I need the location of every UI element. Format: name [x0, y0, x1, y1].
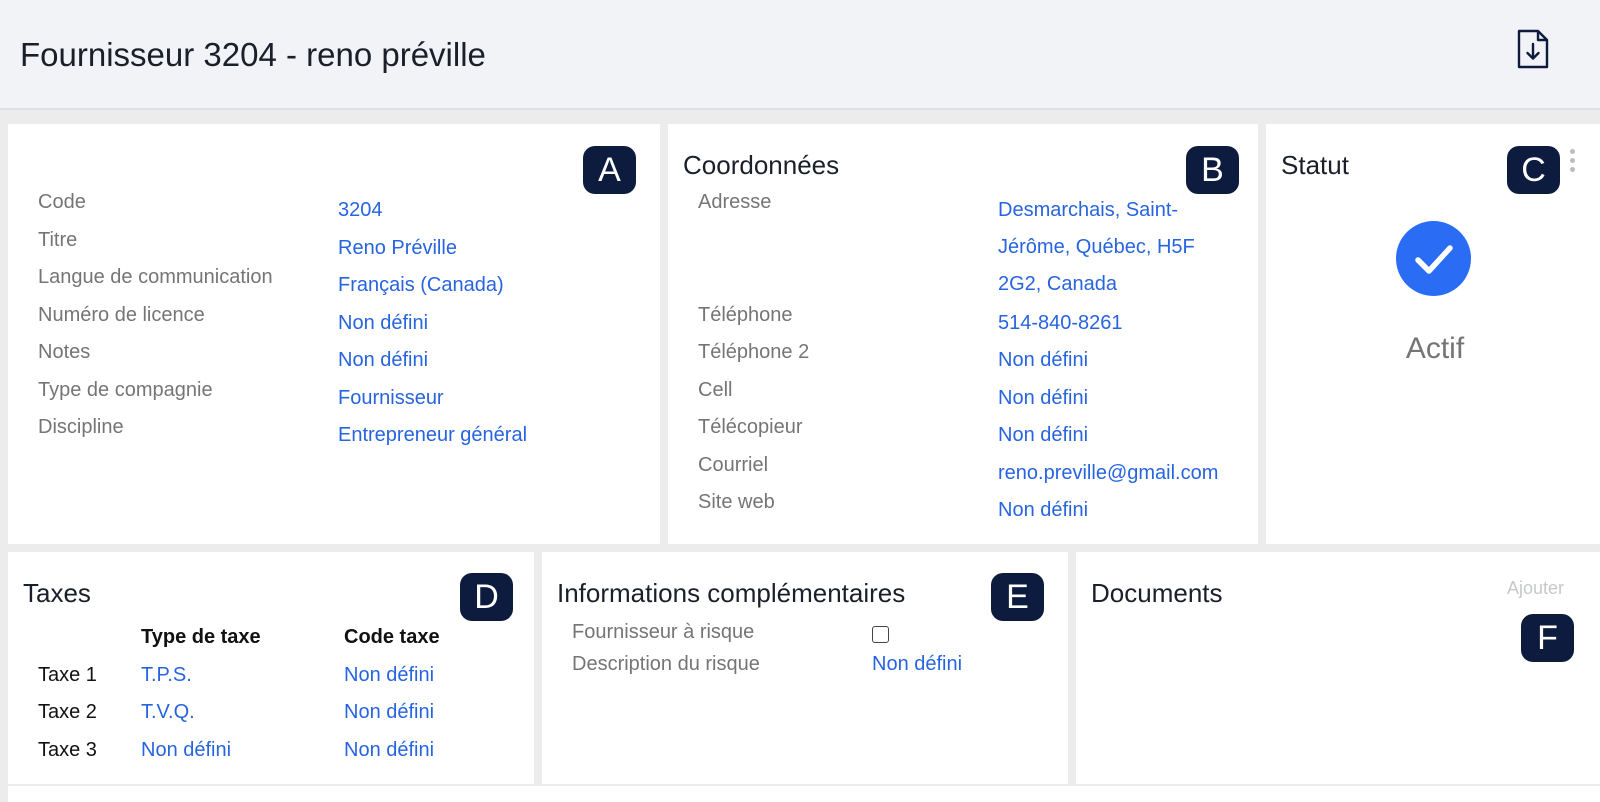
export-button[interactable] [1514, 28, 1552, 70]
notes-label: Notes [38, 341, 91, 363]
taxes-card-title: Taxes [23, 578, 91, 608]
website-value[interactable]: Non défini [998, 499, 1088, 522]
phone2-value[interactable]: Non défini [998, 349, 1088, 372]
notes-value[interactable]: Non défini [338, 349, 428, 372]
company-type-value[interactable]: Fournisseur [338, 387, 444, 410]
license-value[interactable]: Non défini [338, 312, 428, 335]
documents-card-title: Documents [1091, 578, 1223, 608]
contact-card-title: Coordonnées [683, 150, 840, 180]
general-info-card [8, 124, 660, 544]
tax2-type[interactable]: T.V.Q. [141, 701, 195, 724]
tax1-name: Taxe 1 [38, 664, 97, 686]
risk-supplier-checkbox[interactable] [872, 626, 889, 643]
phone-label: Téléphone [698, 304, 793, 326]
cell-label: Cell [698, 379, 733, 401]
card-badge-b: B [1186, 146, 1239, 194]
tax2-code[interactable]: Non défini [344, 701, 434, 724]
card-badge-c: C [1507, 146, 1560, 194]
risk-description-value[interactable]: Non défini [872, 653, 962, 676]
tax3-name: Taxe 3 [38, 739, 97, 761]
language-label: Langue de communication [38, 266, 273, 288]
title-label: Titre [38, 229, 78, 251]
title-value[interactable]: Reno Préville [338, 237, 457, 260]
tax2-name: Taxe 2 [38, 701, 97, 723]
add-document-button[interactable]: Ajouter [1507, 578, 1564, 599]
cell-value[interactable]: Non défini [998, 387, 1088, 410]
kebab-menu-icon[interactable] [1568, 149, 1576, 177]
card-badge-f: F [1521, 614, 1574, 662]
file-download-icon [1517, 29, 1549, 69]
address-value[interactable]: Desmarchais, Saint-Jérôme, Québec, H5F 2… [998, 192, 1238, 303]
website-label: Site web [698, 491, 775, 513]
tax1-type[interactable]: T.P.S. [141, 664, 192, 687]
fax-label: Télécopieur [698, 416, 803, 438]
card-badge-a: A [583, 146, 636, 194]
address-label: Adresse [698, 191, 772, 213]
tax-code-header: Code taxe [344, 626, 440, 648]
code-label: Code [38, 191, 86, 213]
card-badge-d: D [460, 573, 513, 621]
status-value: Actif [1405, 332, 1465, 365]
language-value[interactable]: Français (Canada) [338, 274, 504, 297]
bottom-card-edge [8, 786, 1600, 802]
page-header: Fournisseur 3204 - reno préville [0, 0, 1600, 110]
tax3-code[interactable]: Non défini [344, 739, 434, 762]
company-type-label: Type de compagnie [38, 379, 213, 401]
risk-supplier-label: Fournisseur à risque [572, 621, 755, 643]
phone-value[interactable]: 514-840-8261 [998, 312, 1123, 335]
discipline-label: Discipline [38, 416, 124, 438]
extra-info-card-title: Informations complémentaires [557, 578, 906, 608]
fax-value[interactable]: Non défini [998, 424, 1088, 447]
tax1-code[interactable]: Non défini [344, 664, 434, 687]
license-label: Numéro de licence [38, 304, 205, 326]
email-value[interactable]: reno.preville@gmail.com [998, 462, 1218, 485]
risk-description-label: Description du risque [572, 653, 760, 675]
page-title: Fournisseur 3204 - reno préville [20, 36, 486, 73]
check-circle-icon [1396, 221, 1471, 296]
discipline-value[interactable]: Entrepreneur général [338, 424, 527, 447]
tax3-type[interactable]: Non défini [141, 739, 231, 762]
status-card-title: Statut [1281, 150, 1349, 180]
email-label: Courriel [698, 454, 769, 476]
tax-type-header: Type de taxe [141, 626, 261, 648]
phone2-label: Téléphone 2 [698, 341, 810, 363]
code-value[interactable]: 3204 [338, 199, 383, 222]
card-badge-e: E [991, 573, 1044, 621]
